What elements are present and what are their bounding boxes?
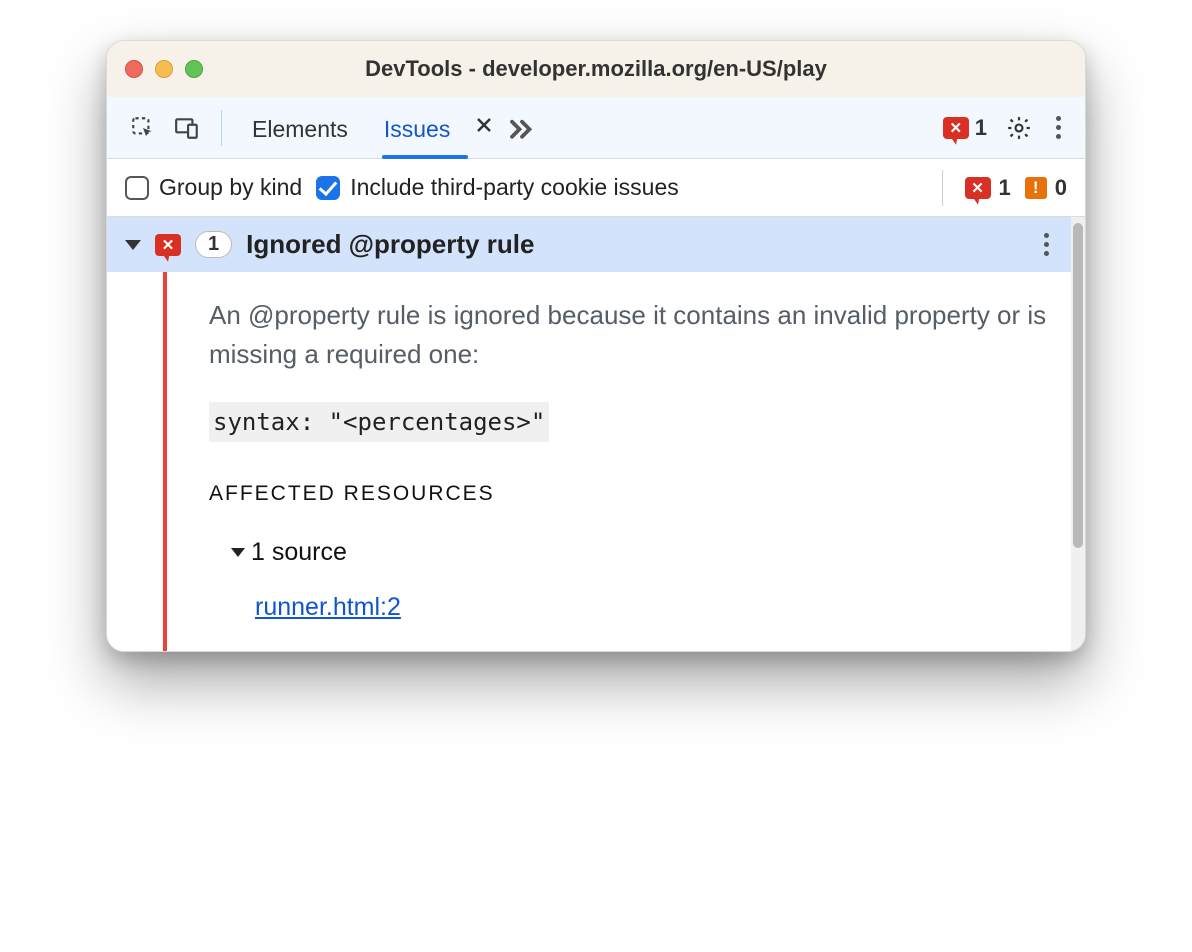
source-count-row[interactable]: 1 source (231, 534, 1063, 572)
titlebar: DevTools - developer.mozilla.org/en-US/p… (107, 41, 1085, 97)
window-title: DevTools - developer.mozilla.org/en-US/p… (107, 56, 1085, 82)
error-count-value: 1 (975, 115, 987, 141)
close-window-icon[interactable] (125, 60, 143, 78)
tab-elements[interactable]: Elements (238, 98, 362, 157)
issue-content: ✕ 1 Ignored @property rule An @property … (107, 217, 1071, 651)
close-tab-icon[interactable] (474, 114, 494, 142)
issue-title: Ignored @property rule (246, 229, 1019, 260)
error-icon: ✕ (965, 177, 991, 199)
toolbar-error-count[interactable]: ✕ 1 (943, 115, 987, 141)
error-icon: ✕ (943, 117, 969, 139)
issue-header[interactable]: ✕ 1 Ignored @property rule (107, 217, 1071, 272)
device-toolbar-icon[interactable] (169, 110, 205, 146)
source-link[interactable]: runner.html:2 (255, 589, 401, 627)
warning-icon: ! (1025, 177, 1047, 199)
issue-text: An @property rule is ignored because it … (167, 272, 1071, 651)
issue-description: An @property rule is ignored because it … (209, 296, 1063, 374)
error-icon: ✕ (155, 234, 181, 256)
traffic-lights (125, 60, 203, 78)
filter-error-count[interactable]: ✕ 1 (965, 175, 1011, 201)
separator (221, 110, 222, 146)
group-by-kind-label: Group by kind (159, 174, 302, 201)
chevron-down-icon (125, 240, 141, 250)
checkbox-unchecked-icon (125, 176, 149, 200)
scrollbar-thumb[interactable] (1073, 223, 1083, 548)
issue-more-options[interactable] (1033, 233, 1059, 256)
more-tabs-icon[interactable] (504, 110, 540, 146)
group-by-kind-checkbox[interactable]: Group by kind (125, 174, 302, 201)
devtools-toolbar: Elements Issues ✕ 1 (107, 97, 1085, 159)
settings-button[interactable] (1001, 110, 1037, 146)
scrollbar[interactable] (1071, 217, 1085, 651)
source-count-label: 1 source (251, 534, 347, 572)
issue-count-pill: 1 (195, 231, 232, 258)
filter-warning-count[interactable]: ! 0 (1025, 175, 1067, 201)
zoom-window-icon[interactable] (185, 60, 203, 78)
inspect-element-icon[interactable] (125, 110, 161, 146)
minimize-window-icon[interactable] (155, 60, 173, 78)
issues-panel: ✕ 1 Ignored @property rule An @property … (107, 217, 1085, 651)
issues-filter-bar: Group by kind Include third-party cookie… (107, 159, 1085, 217)
issue-code-snippet: syntax: "<percentages>" (209, 402, 549, 442)
issue-body: An @property rule is ignored because it … (107, 272, 1071, 651)
affected-resources-heading: Affected Resources (209, 478, 1063, 510)
third-party-cookies-checkbox[interactable]: Include third-party cookie issues (316, 174, 679, 201)
devtools-window: DevTools - developer.mozilla.org/en-US/p… (106, 40, 1086, 652)
checkbox-checked-icon (316, 176, 340, 200)
separator (942, 170, 943, 206)
chevron-down-icon (231, 548, 245, 557)
more-options-button[interactable] (1045, 116, 1071, 139)
tab-issues[interactable]: Issues (370, 98, 464, 157)
third-party-cookies-label: Include third-party cookie issues (350, 174, 679, 201)
filter-warning-count-value: 0 (1055, 175, 1067, 201)
filter-error-count-value: 1 (999, 175, 1011, 201)
